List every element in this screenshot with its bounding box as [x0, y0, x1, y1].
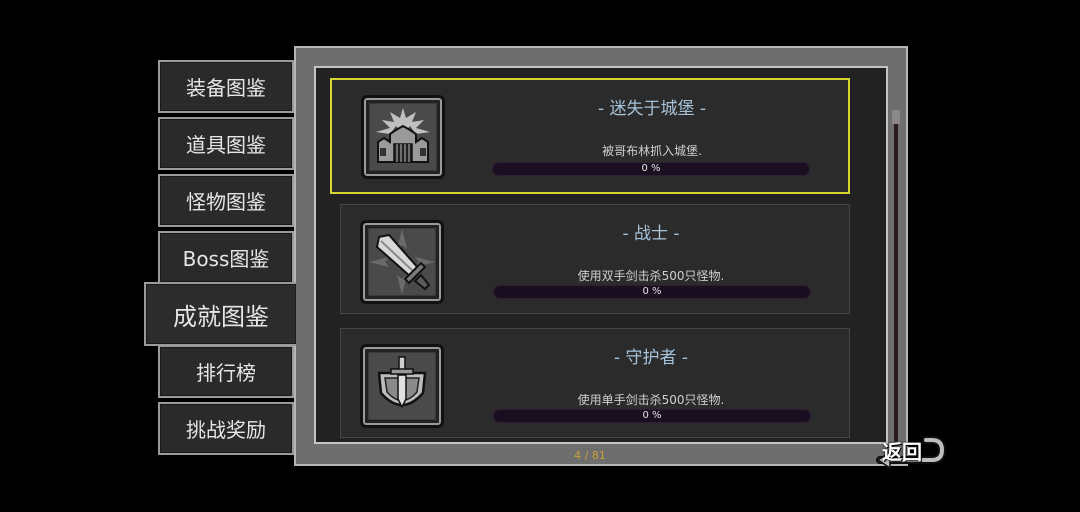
progress-text: 0 %	[642, 286, 662, 297]
achievement-progress-bar: 0 %	[493, 285, 811, 299]
achievement-description: 被哥布林抓入城堡.	[602, 144, 702, 158]
achievement-description: 使用双手剑击杀500只怪物.	[577, 269, 725, 283]
achievement-panel: - 迷失于城堡 - 被哥布林抓入城堡. 0 % - 战士 - 使用双手剑击杀50…	[294, 46, 908, 466]
tab-label: 怪物图鉴	[186, 190, 266, 214]
tab-label: 成就图鉴	[173, 302, 269, 331]
achievement-title: - 战士 -	[622, 224, 680, 244]
back-label: 返回	[882, 440, 922, 464]
achievement-title: - 守护者 -	[613, 348, 689, 368]
achievement-progress-bar: 0 %	[493, 409, 811, 423]
tab-equipment[interactable]: 装备图鉴	[158, 60, 294, 113]
tab-items[interactable]: 道具图鉴	[158, 117, 294, 170]
achievement-card[interactable]: - 战士 - 使用双手剑击杀500只怪物. 0 %	[340, 204, 850, 314]
scrollbar[interactable]	[892, 110, 900, 442]
sword-shield-icon	[360, 344, 444, 428]
achievement-description: 使用单手剑击杀500只怪物.	[577, 393, 725, 407]
back-button[interactable]: 返回	[876, 430, 946, 472]
progress-text: 0 %	[642, 410, 662, 421]
tab-monsters[interactable]: 怪物图鉴	[158, 174, 294, 227]
achievement-list[interactable]: - 迷失于城堡 - 被哥布林抓入城堡. 0 % - 战士 - 使用双手剑击杀50…	[314, 66, 900, 444]
tab-label: 装备图鉴	[186, 76, 266, 100]
tab-label: 排行榜	[196, 361, 256, 385]
tab-challenge-rewards[interactable]: 挑战奖励	[158, 402, 294, 455]
tab-label: 挑战奖励	[186, 418, 266, 442]
tab-label: Boss图鉴	[182, 247, 270, 271]
page-indicator: 4 / 81	[574, 449, 606, 462]
tab-achievements[interactable]: 成就图鉴	[144, 282, 296, 346]
greatsword-icon	[360, 220, 444, 304]
achievement-progress-bar: 0 %	[492, 162, 810, 176]
tab-leaderboard[interactable]: 排行榜	[158, 345, 294, 398]
achievement-card[interactable]: - 守护者 - 使用单手剑击杀500只怪物. 0 %	[340, 328, 850, 438]
achievement-title: - 迷失于城堡 -	[597, 99, 707, 119]
tab-boss[interactable]: Boss图鉴	[158, 231, 294, 284]
castle-icon	[361, 95, 445, 179]
scrollbar-thumb[interactable]	[892, 110, 900, 124]
progress-text: 0 %	[641, 163, 661, 174]
tab-label: 道具图鉴	[186, 133, 266, 157]
achievement-card-selected[interactable]: - 迷失于城堡 - 被哥布林抓入城堡. 0 %	[330, 78, 850, 194]
